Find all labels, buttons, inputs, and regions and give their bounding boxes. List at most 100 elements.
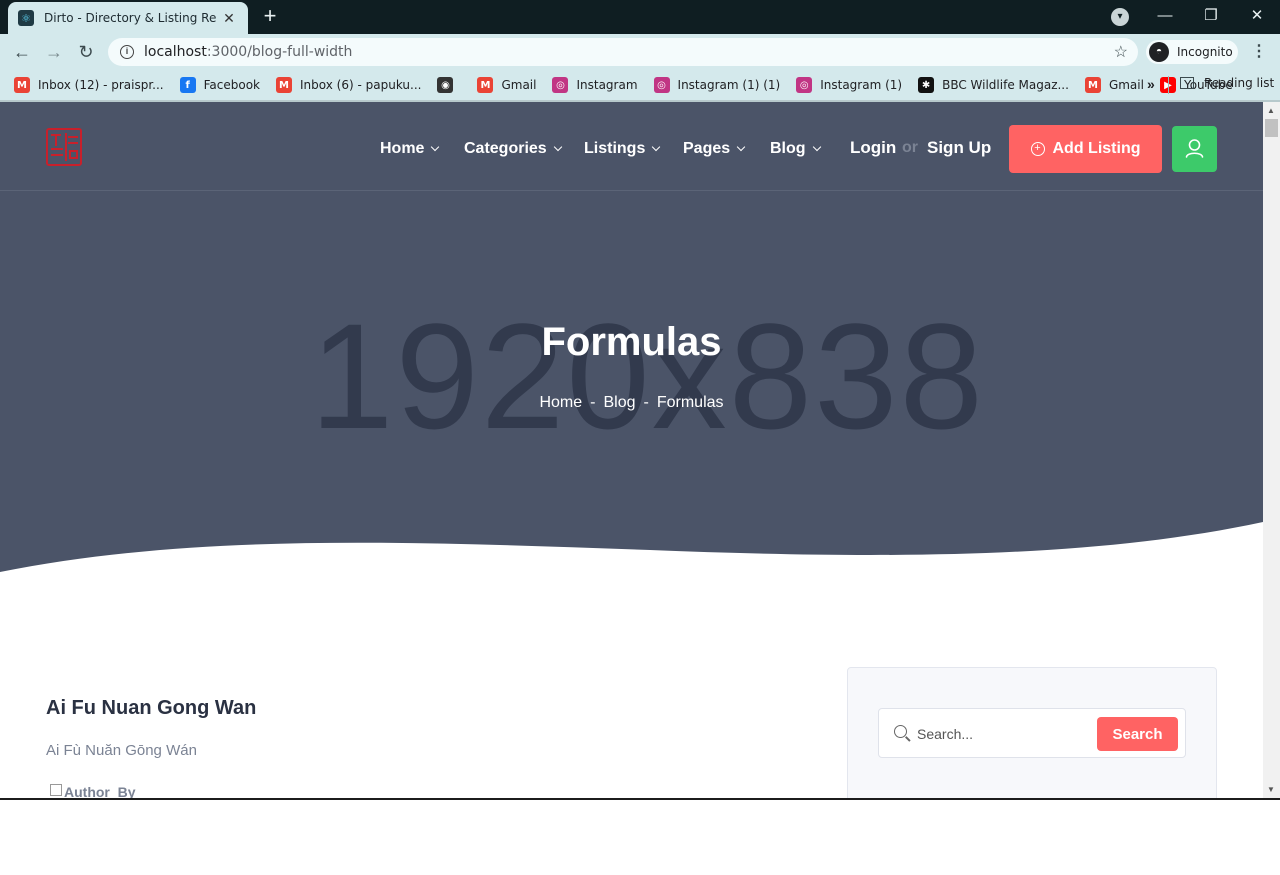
page-viewport: 1920x838 Home Categories Listings Pages … <box>0 102 1263 798</box>
nav-listings[interactable]: Listings <box>584 140 661 158</box>
chevron-down-icon <box>736 142 746 152</box>
bookmark-label: Instagram <box>576 78 638 92</box>
bookmarks-divider <box>1168 76 1169 94</box>
breadcrumb-home[interactable]: Home <box>539 394 582 411</box>
address-bar[interactable]: i localhost:3000/blog-full-width ☆ <box>108 38 1138 66</box>
scrollbar-thumb[interactable] <box>1265 119 1278 137</box>
login-link[interactable]: Login <box>850 138 896 158</box>
restore-icon[interactable]: ❐ <box>1188 0 1234 34</box>
browser-toolbar: ← → ↻ i localhost:3000/blog-full-width ☆… <box>0 34 1280 70</box>
globe-icon: ◉ <box>437 77 454 93</box>
reload-icon[interactable]: ↻ <box>74 40 98 64</box>
signup-link[interactable]: Sign Up <box>927 138 991 158</box>
breadcrumb: Home - Blog - Formulas <box>0 394 1263 412</box>
search-button[interactable]: Search <box>1097 717 1178 751</box>
tab-close-icon[interactable]: ✕ <box>220 10 238 27</box>
browser-menu-icon[interactable]: ⋮ <box>1250 40 1268 64</box>
gmail-icon: M <box>1084 77 1101 93</box>
bookmark-item[interactable]: ◎ Instagram (1) <box>796 77 902 93</box>
url-text[interactable]: localhost:3000/blog-full-width <box>144 44 352 60</box>
bookmark-item[interactable]: M Gmail <box>1084 77 1144 93</box>
new-tab-button[interactable]: + <box>258 4 282 28</box>
bookmark-label: Inbox (12) - praispr... <box>38 78 164 92</box>
broken-image-icon <box>50 784 62 796</box>
tab-title: Dirto - Directory & Listing React <box>44 11 216 25</box>
reading-list-button[interactable]: Reading list <box>1180 76 1274 90</box>
breadcrumb-current: Formulas <box>656 394 724 411</box>
bookmark-item[interactable]: M Inbox (6) - papuku... <box>276 77 421 93</box>
chevron-down-icon <box>431 142 440 152</box>
bookmark-label: Gmail <box>501 78 537 92</box>
instagram-icon: ◎ <box>653 77 670 93</box>
bookmark-label: Instagram (1) (1) <box>677 78 781 92</box>
tab-search-icon[interactable]: ▾ <box>1111 8 1129 26</box>
bookmark-label: Facebook <box>203 78 261 92</box>
bookmark-label: BBC Wildlife Magaz... <box>942 78 1069 92</box>
forward-icon[interactable]: → <box>42 40 66 64</box>
login-or-separator: or <box>902 139 918 156</box>
search-icon <box>894 725 907 738</box>
paw-icon: ✱ <box>918 77 935 93</box>
author-by-label: By <box>117 784 136 798</box>
browser-tab-active[interactable]: ⚛ Dirto - Directory & Listing React ✕ <box>8 2 248 34</box>
gmail-icon: M <box>477 77 494 93</box>
user-account-button[interactable] <box>1172 126 1217 172</box>
add-listing-label: Add Listing <box>1052 140 1141 157</box>
user-icon <box>1185 139 1204 158</box>
incognito-label: Incognito <box>1177 45 1233 59</box>
site-logo[interactable] <box>46 128 82 166</box>
nav-categories[interactable]: Categories <box>464 140 562 158</box>
nav-home[interactable]: Home <box>380 140 440 158</box>
chevron-down-icon <box>652 142 661 152</box>
bookmark-item[interactable]: M Gmail <box>477 77 536 93</box>
scroll-up-icon[interactable]: ▲ <box>1267 106 1275 115</box>
nav-pages[interactable]: Pages <box>683 140 746 158</box>
page-title: Formulas <box>541 320 722 364</box>
blank-area <box>0 800 1280 875</box>
breadcrumb-separator: - <box>643 394 649 411</box>
page-scrollbar[interactable]: ▲ ▼ <box>1263 102 1280 798</box>
header-divider <box>0 190 1263 191</box>
post-author: Author By <box>50 784 136 798</box>
instagram-icon: ◎ <box>552 77 569 93</box>
bookmark-item[interactable]: f Facebook <box>179 77 261 93</box>
bookmarks-overflow-icon[interactable]: » <box>1147 76 1155 92</box>
bookmark-label: Gmail <box>1108 78 1144 92</box>
bookmark-item[interactable]: ◉ <box>437 77 461 93</box>
bookmark-label: Inbox (6) - papuku... <box>300 78 422 92</box>
breadcrumb-separator: - <box>590 394 596 411</box>
search-input[interactable] <box>917 721 1087 747</box>
close-window-icon[interactable]: ✕ <box>1234 0 1280 34</box>
search-form: Search <box>878 708 1186 758</box>
reading-list-icon <box>1180 77 1194 89</box>
nav-blog[interactable]: Blog <box>770 140 821 158</box>
facebook-icon: f <box>179 77 196 93</box>
browser-tab-strip: ⚛ Dirto - Directory & Listing React ✕ + … <box>0 0 1280 34</box>
bookmark-item[interactable]: ◎ Instagram (1) (1) <box>653 77 781 93</box>
chevron-down-icon <box>812 142 821 152</box>
post-title[interactable]: Ai Fu Nuan Gong Wan <box>46 697 256 720</box>
add-listing-button[interactable]: + Add Listing <box>1009 125 1162 173</box>
bookmarks-bar: M Inbox (12) - praispr... f Facebook M Inbox … <box>0 70 1280 100</box>
bookmark-label: Instagram (1) <box>820 78 903 92</box>
instagram-icon: ◎ <box>796 77 813 93</box>
author-image-alt: Author <box>64 784 110 798</box>
bookmark-item[interactable]: ✱ BBC Wildlife Magaz... <box>918 77 1069 93</box>
scroll-down-icon[interactable]: ▼ <box>1267 785 1275 794</box>
incognito-icon: ◓ <box>1149 42 1169 62</box>
plus-circle-icon: + <box>1030 142 1045 156</box>
post-subtitle: Ai Fù Nuăn Gōng Wán <box>46 742 197 759</box>
hero-image-placeholder: 1920x838 <box>310 292 985 460</box>
back-icon[interactable]: ← <box>10 40 34 64</box>
breadcrumb-blog[interactable]: Blog <box>603 394 635 411</box>
bookmark-item[interactable]: ◎ Instagram <box>552 77 638 93</box>
react-icon: ⚛ <box>18 10 34 26</box>
minimize-icon[interactable]: — <box>1142 0 1188 34</box>
gmail-icon: M <box>276 77 293 93</box>
chevron-down-icon <box>553 142 562 152</box>
bookmark-item[interactable]: M Inbox (12) - praispr... <box>14 77 164 93</box>
incognito-badge[interactable]: ◓ Incognito <box>1146 40 1238 64</box>
bookmark-star-icon[interactable]: ☆ <box>1114 42 1128 62</box>
sidebar-search-widget: Search <box>847 667 1217 798</box>
site-info-icon[interactable]: i <box>120 45 134 59</box>
